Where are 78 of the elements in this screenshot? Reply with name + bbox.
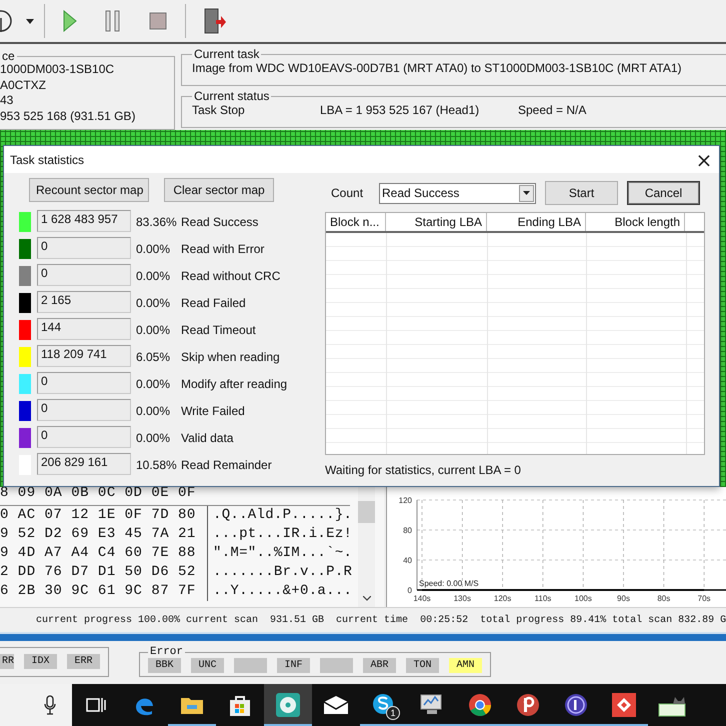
count-field: 0: [37, 426, 131, 448]
device-info: 43: [0, 93, 14, 108]
tick-label: 140s: [413, 594, 431, 603]
percent-text: 83.36%: [136, 215, 178, 229]
status-flag: INF: [277, 658, 310, 673]
task-text: Image from WDC WD10EAVS-00D7B1 (MRT ATA0) to ST1000DM003-1SB10C (MRT ATA1): [192, 60, 682, 76]
status-flag: IDX: [24, 654, 57, 668]
status-flag: AMN: [449, 658, 482, 673]
hex-bytes: 2 DD 76 D7 D1 50 D6 52: [0, 563, 208, 582]
tick-label: 0: [408, 586, 412, 595]
tick-label: 90s: [617, 594, 630, 603]
hex-bytes: 6 2B 30 9C 61 9C 87 7F: [0, 582, 208, 601]
hex-bytes: 0 AC 07 12 1E 0F 7D 80: [0, 506, 208, 525]
hex-bytes: 9 52 D2 69 E3 45 7A 21: [0, 525, 208, 544]
count-field: 0: [37, 399, 131, 421]
count-field: 118 209 741: [37, 345, 131, 367]
hex-bytes: 9 4D A7 A4 C4 60 7E 88: [0, 544, 208, 563]
dialog-title: Task statistics: [10, 152, 84, 166]
ascii-text: ...pt...IR.i.Ez!: [212, 525, 352, 544]
percent-text: 0.00%: [136, 269, 172, 283]
percent-text: 0.00%: [136, 431, 172, 445]
stat-label: Read without CRC: [181, 269, 280, 283]
dialog-status: Waiting for statistics, current LBA = 0: [325, 463, 522, 477]
percent-text: 0.00%: [136, 377, 172, 391]
ascii-text: ..Y.....&+0.a...: [212, 582, 352, 601]
count-field: 0: [37, 372, 131, 394]
percent-text: 6.05%: [136, 350, 172, 364]
lba-reading: LBA = 1 953 525 167 (Head1): [320, 102, 480, 118]
tick-label: 120s: [494, 594, 512, 603]
stat-label: Read Failed: [181, 296, 246, 310]
group-legend: ce: [0, 50, 17, 62]
task-state: Task Stop: [192, 102, 246, 118]
status-flag: BBK: [148, 658, 181, 673]
tick-label: 80: [403, 526, 412, 535]
group-legend: Current task: [192, 48, 262, 60]
percent-text: 0.00%: [136, 323, 172, 337]
stat-label: Write Failed: [181, 404, 245, 418]
stat-label: Valid data: [181, 431, 234, 445]
tick-label: 70s: [698, 594, 711, 603]
stat-label: Modify after reading: [181, 377, 288, 391]
count-field: 1 628 483 957: [37, 210, 131, 232]
ascii-text: .Q..Ald.P.....}.: [212, 506, 352, 525]
stat-label: Read Timeout: [181, 323, 256, 337]
tick-label: 120: [398, 496, 412, 505]
status-flag: RR: [0, 654, 14, 668]
count-label: Count: [330, 186, 364, 200]
stat-label: Read with Error: [181, 242, 264, 256]
status-flag: ABR: [363, 658, 396, 673]
ascii-text: ".M="..%IM...`~.: [212, 544, 352, 563]
tick-label: 130s: [454, 594, 471, 603]
chart-annotation: Speed: 0.00 M/S: [419, 579, 479, 588]
percent-text: 10.58%: [136, 458, 178, 472]
group-legend: Error: [148, 647, 186, 657]
status-flag: ERR: [67, 654, 100, 668]
percent-text: 0.00%: [136, 404, 172, 418]
tick-label: 40: [403, 556, 412, 565]
device-info: 1000DM003-1SB10C: [0, 62, 116, 78]
stat-label: Skip when reading: [181, 350, 280, 364]
speed-reading: Speed = N/A: [518, 102, 586, 118]
stat-label: Read Remainder: [181, 458, 272, 472]
device-info: 953 525 168 (931.51 GB): [0, 108, 136, 124]
device-info: A0CTXZ: [0, 78, 48, 93]
ascii-text: .......Br.v..P.R: [212, 563, 352, 582]
percent-text: 0.00%: [136, 296, 172, 310]
count-field: 0: [37, 237, 131, 259]
count-field: 0: [37, 264, 131, 286]
tick-label: 80s: [657, 594, 670, 603]
tick-label: 100s: [574, 594, 592, 603]
status-flag: UNC: [191, 658, 224, 673]
percent-text: 0.00%: [136, 242, 172, 256]
tick-label: 110s: [534, 594, 552, 603]
group-legend: Current status: [192, 90, 272, 102]
status-flag: TON: [406, 658, 439, 673]
count-field: 206 829 161: [37, 453, 131, 475]
count-field: 2 165: [37, 291, 131, 313]
notification-badge: 1: [386, 706, 400, 720]
count-field: 144: [37, 318, 131, 340]
stat-label: Read Success: [181, 215, 258, 229]
